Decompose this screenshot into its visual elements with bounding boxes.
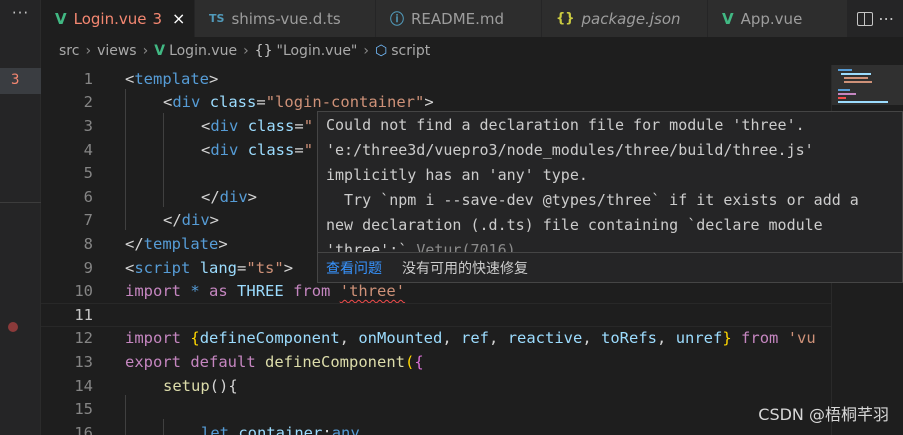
breadcrumb: src › views › V Login.vue › {} "Login.vu… bbox=[41, 37, 903, 65]
line-number: 12 bbox=[74, 329, 93, 348]
code-line: 12 import {defineComponent, onMounted, r… bbox=[41, 327, 831, 351]
vue-icon: V bbox=[154, 43, 166, 59]
code-text: <script lang="ts"> bbox=[125, 258, 294, 277]
activity-strip: ··· 3 bbox=[0, 0, 41, 435]
json-icon: {} bbox=[556, 11, 575, 26]
breadcrumb-views[interactable]: views bbox=[97, 43, 137, 59]
code-text: <div class="login-container"> bbox=[163, 93, 434, 112]
minimap-line bbox=[844, 77, 868, 79]
tab-label: App.vue bbox=[740, 9, 803, 28]
module-icon: {} bbox=[254, 43, 273, 59]
tab-app-vue[interactable]: V App.vue bbox=[708, 0, 848, 37]
line-number: 9 bbox=[83, 258, 93, 277]
breadcrumb-module[interactable]: "Login.vue" bbox=[277, 43, 358, 59]
tab-package-json[interactable]: {} package.json bbox=[542, 0, 708, 37]
typescript-icon: TS bbox=[209, 12, 225, 25]
breadcrumb-src[interactable]: src bbox=[59, 43, 79, 59]
code-text: export default defineComponent({ bbox=[125, 352, 424, 371]
more-icon[interactable]: ⋯ bbox=[878, 9, 894, 28]
vue-icon: V bbox=[55, 9, 67, 28]
divider bbox=[0, 202, 41, 203]
line-number: 3 bbox=[83, 116, 93, 135]
chevron-right-icon: › bbox=[363, 43, 369, 59]
minimap-line bbox=[838, 101, 888, 103]
line-number: 11 bbox=[74, 305, 93, 324]
line-number: 14 bbox=[74, 376, 93, 395]
line-number: 1 bbox=[83, 69, 93, 88]
watermark: CSDN @梧桐芊羽 bbox=[758, 405, 889, 424]
line-number: 15 bbox=[74, 400, 93, 419]
line-number: 8 bbox=[83, 234, 93, 253]
view-problem-link[interactable]: 查看问题 bbox=[326, 258, 382, 278]
code-line: 13 export default defineComponent({ bbox=[41, 350, 831, 374]
line-number: 4 bbox=[83, 140, 93, 159]
code-text: setup(){ bbox=[163, 376, 238, 395]
error-squiggle: 'three' bbox=[339, 282, 406, 301]
split-editor-icon[interactable] bbox=[856, 11, 873, 26]
error-highlight bbox=[0, 68, 41, 94]
hover-line: new declaration (.d.ts) file containing … bbox=[326, 216, 823, 234]
breadcrumb-file[interactable]: Login.vue bbox=[169, 43, 237, 59]
line-number: 16 bbox=[74, 423, 93, 435]
info-icon: ⓘ bbox=[390, 11, 404, 28]
tab-label: Login.vue bbox=[73, 9, 147, 28]
code-text: <template> bbox=[125, 69, 219, 88]
minimap-line bbox=[838, 93, 856, 95]
error-hover-tooltip: Could not find a declaration file for mo… bbox=[317, 111, 903, 283]
error-count: 3 bbox=[11, 72, 20, 88]
tab-shims-vue-d-ts[interactable]: TS shims-vue.d.ts bbox=[195, 0, 376, 37]
chevron-right-icon: › bbox=[142, 43, 149, 59]
code-text: <div class=" bbox=[201, 116, 314, 135]
more-actions-icon[interactable]: ··· bbox=[0, 4, 41, 22]
minimap-line bbox=[838, 69, 852, 71]
chevron-right-icon: › bbox=[243, 43, 249, 59]
line-number: 6 bbox=[83, 187, 93, 206]
hover-actions: 查看问题 没有可用的快速修复 bbox=[318, 252, 902, 282]
line-number: 10 bbox=[74, 282, 93, 301]
code-text: import {defineComponent, onMounted, ref,… bbox=[125, 329, 816, 348]
no-quick-fix-label: 没有可用的快速修复 bbox=[402, 260, 528, 277]
line-number: 13 bbox=[74, 352, 93, 371]
close-icon[interactable]: × bbox=[172, 9, 185, 28]
code-text: <div class=" bbox=[201, 140, 314, 159]
code-text: </div> bbox=[163, 211, 220, 230]
tab-label: package.json bbox=[581, 9, 681, 28]
minimap-line bbox=[844, 81, 872, 83]
code-line: 14 setup(){ bbox=[41, 374, 831, 398]
code-text: </div> bbox=[201, 187, 258, 206]
minimap-slider[interactable] bbox=[832, 65, 903, 105]
code-text: </template> bbox=[125, 234, 228, 253]
code-line: 1 <template> bbox=[41, 67, 831, 91]
tab-readme[interactable]: ⓘ README.md bbox=[376, 0, 542, 37]
editor-actions: ⋯ bbox=[848, 0, 903, 37]
tab-bar: V Login.vue 3 × TS shims-vue.d.ts ⓘ READ… bbox=[41, 0, 903, 37]
minimap-line bbox=[838, 89, 850, 91]
current-line: 11 bbox=[41, 303, 831, 327]
line-number: 5 bbox=[83, 164, 93, 183]
breadcrumb-symbol[interactable]: script bbox=[391, 43, 430, 59]
chevron-right-icon: › bbox=[85, 43, 92, 59]
code-text: let container:any bbox=[201, 423, 360, 435]
hover-line: Try `npm i --save-dev @types/three` if i… bbox=[326, 191, 859, 209]
tab-label: shims-vue.d.ts bbox=[231, 9, 341, 28]
line-number: 7 bbox=[83, 211, 93, 230]
hover-line: implicitly has an 'any' type. bbox=[326, 166, 588, 184]
line-number: 2 bbox=[83, 93, 93, 112]
breakpoint-dot-icon[interactable] bbox=[8, 322, 18, 332]
code-line: 15 bbox=[41, 397, 831, 421]
vue-icon: V bbox=[722, 9, 734, 28]
tab-login-vue[interactable]: V Login.vue 3 × bbox=[41, 0, 195, 37]
code-line: 16 let container:any bbox=[41, 421, 831, 435]
code-text: import * as THREE from 'three' bbox=[125, 282, 406, 301]
tab-label: README.md bbox=[411, 9, 505, 28]
hover-line: Could not find a declaration file for mo… bbox=[326, 116, 805, 134]
minimap-error bbox=[838, 97, 846, 99]
hover-line: 'e:/three3d/vuepro3/node_modules/three/b… bbox=[326, 141, 814, 159]
cube-icon: ⬡ bbox=[374, 43, 388, 59]
problem-count-badge: 3 bbox=[152, 9, 163, 28]
minimap-line bbox=[841, 73, 871, 75]
